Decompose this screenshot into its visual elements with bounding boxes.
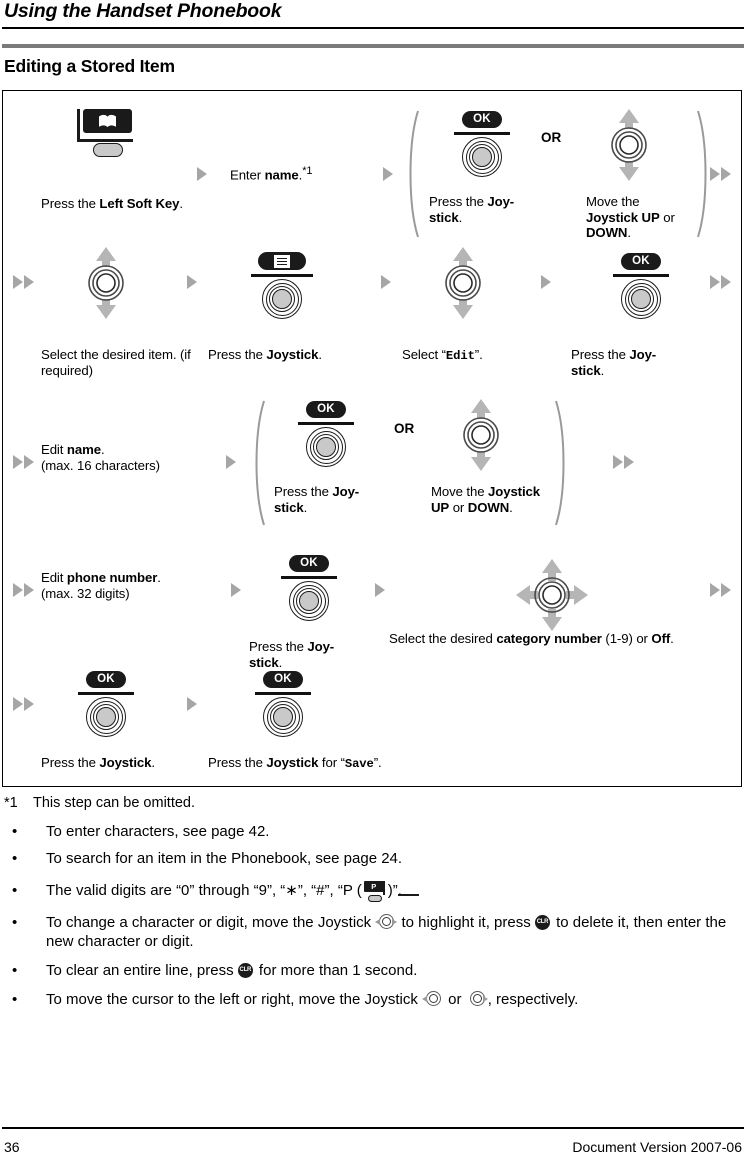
- section-title: Editing a Stored Item: [4, 56, 175, 76]
- note-text: To change a character or digit, move the…: [46, 914, 727, 950]
- page-number: 36: [4, 1139, 20, 1155]
- ok-underline: [255, 692, 311, 695]
- bullet-dot: •: [12, 850, 18, 867]
- step-caption-s13: Press the Joy-stick.: [249, 639, 335, 670]
- ok-chip: OK: [462, 111, 502, 128]
- ok-chip: OK: [621, 253, 661, 270]
- header-rule: [2, 27, 744, 29]
- menu-underline: [251, 274, 313, 277]
- note-bullet-b3: • The valid digits are “0” through “9”, …: [12, 881, 732, 902]
- section-gray-rule: [2, 44, 744, 48]
- menu-key-chip: [258, 252, 306, 270]
- footer-rule: [2, 1127, 744, 1129]
- document-version: Document Version 2007-06: [572, 1139, 742, 1155]
- flow-arrow: [541, 275, 551, 289]
- flow-arrow: [187, 275, 197, 289]
- step-caption-s2: Enter name.*1: [230, 165, 313, 183]
- group-paren-left: [255, 400, 265, 526]
- step-caption-s8: Press the Joy-stick.: [571, 347, 657, 378]
- step-caption-s3: Press the Joy-stick.: [429, 194, 515, 225]
- note-bullet-b1: • To enter characters, see page 42.: [12, 822, 732, 841]
- ok-underline: [454, 132, 510, 135]
- step-caption-s1: Press the Left Soft Key.: [41, 196, 183, 211]
- left-soft-key-icon: [73, 109, 133, 157]
- note-text: To search for an item in the Phonebook, …: [46, 850, 403, 867]
- joystick-updown-icon: [88, 247, 124, 319]
- joystick-left-right-inline-icon: [375, 914, 398, 930]
- ok-chip: OK: [263, 671, 303, 688]
- note-text: The valid digits are “0” through “9”, “∗…: [46, 881, 732, 902]
- joystick-ok-icon: [263, 697, 303, 737]
- menu-list-glyph: [274, 254, 290, 268]
- joystick-fourway-icon: [516, 559, 588, 631]
- joystick-menu-icon: [262, 279, 302, 319]
- joystick-ok-icon: [462, 137, 502, 177]
- ok-underline: [298, 422, 354, 425]
- step-caption-s10: Press the Joy-stick.: [274, 484, 360, 515]
- ok-chip: OK: [289, 555, 329, 572]
- note-bullet-b2: • To search for an item in the Phonebook…: [12, 849, 732, 868]
- joystick-ok-icon: [306, 427, 346, 467]
- ok-underline: [281, 576, 337, 579]
- note-bullet-b6: • To move the cursor to the left or righ…: [12, 990, 732, 1009]
- joystick-ok-icon: [621, 279, 661, 319]
- running-head: Using the Handset Phonebook: [4, 0, 282, 22]
- note-text: To move the cursor to the left or right,…: [46, 991, 579, 1008]
- ok-underline: [613, 274, 669, 277]
- flow-arrow: [231, 583, 241, 597]
- step-caption-s16: Press the Joystick for “Save”.: [208, 755, 382, 771]
- bullet-dot: •: [12, 962, 18, 979]
- group-paren-right: [555, 400, 565, 526]
- note-text: To enter characters, see page 42.: [46, 823, 270, 840]
- manual-page: Using the Handset Phonebook Editing a St…: [0, 0, 746, 1163]
- step-caption-s15: Press the Joystick.: [41, 755, 155, 770]
- note-bullet-b5: • To clear an entire line, press CLR for…: [12, 961, 732, 980]
- step-caption-s12: Edit phone number. (max. 32 digits): [41, 570, 161, 601]
- ok-chip: OK: [86, 671, 126, 688]
- step-caption-s11: Move the Joystick UP or DOWN.: [431, 484, 540, 515]
- flow-arrow: [383, 167, 393, 181]
- footnote-text: This step can be omitted.: [33, 795, 195, 811]
- joystick-ok-icon: [86, 697, 126, 737]
- step-caption-s14: Select the desired category number (1-9)…: [389, 631, 674, 646]
- ok-underline: [78, 692, 134, 695]
- procedure-diagram: Press the Left Soft Key. Enter name.*1 O…: [2, 90, 742, 787]
- flow-arrow: [226, 455, 236, 469]
- group-paren-left: [409, 110, 419, 238]
- step-caption-s5: Select the desired item. (if required): [41, 347, 191, 378]
- joystick-ok-icon: [289, 581, 329, 621]
- bullet-dot: •: [12, 882, 18, 899]
- bullet-dot: •: [12, 823, 18, 840]
- step-caption-s6: Press the Joystick.: [208, 347, 322, 362]
- flow-arrow: [381, 275, 391, 289]
- joystick-updown-icon: [445, 247, 481, 319]
- step-caption-s4: Move the Joystick UP or DOWN.: [586, 194, 675, 240]
- joystick-updown-icon: [463, 399, 499, 471]
- flow-arrow: [197, 167, 207, 181]
- ok-chip: OK: [306, 401, 346, 418]
- bullet-dot: •: [12, 914, 18, 931]
- or-label: OR: [394, 421, 415, 436]
- step-caption-s7: Select “Edit”.: [402, 347, 483, 363]
- or-label: OR: [541, 130, 562, 145]
- joystick-right-inline-icon: [466, 991, 488, 1007]
- phonebook-glyph: [99, 114, 116, 127]
- p-key-icon: P: [362, 881, 419, 902]
- flow-arrow: [375, 583, 385, 597]
- note-text: To clear an entire line, press CLR for m…: [46, 962, 418, 979]
- bullet-dot: •: [12, 991, 18, 1008]
- clear-key-inline-icon: CLR: [534, 915, 552, 930]
- step-caption-s9: Edit name. (max. 16 characters): [41, 442, 160, 473]
- clear-key-inline-icon: CLR: [237, 963, 255, 978]
- flow-arrow: [187, 697, 197, 711]
- footnote-marker: *1: [4, 795, 18, 811]
- joystick-left-inline-icon: [422, 991, 444, 1007]
- note-bullet-b4: • To change a character or digit, move t…: [12, 913, 732, 951]
- joystick-updown-icon: [611, 109, 647, 181]
